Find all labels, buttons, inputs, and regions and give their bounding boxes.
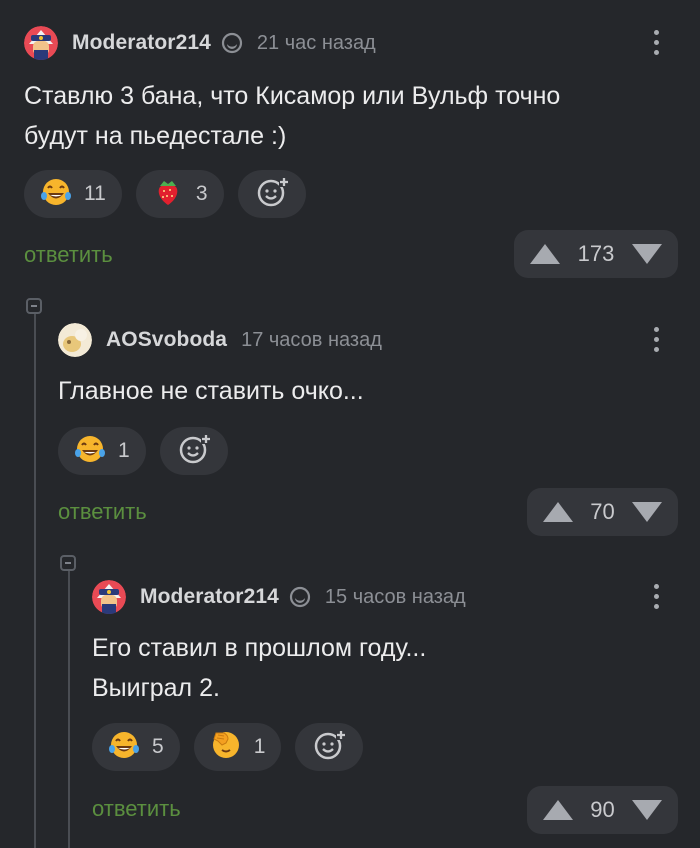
strawberry-emoji-icon: [152, 176, 184, 213]
comment: Moderator214 15 часов назад Его ставил в…: [92, 580, 678, 834]
reaction-count: 1: [253, 735, 266, 758]
author-name[interactable]: Moderator214: [140, 585, 279, 609]
upvote-arrow-icon[interactable]: [543, 800, 573, 820]
reactions-bar: 5 1: [92, 723, 364, 771]
more-options-icon[interactable]: [644, 576, 668, 616]
vote-control: 173: [514, 230, 678, 278]
thread-line-2: [68, 571, 70, 848]
comment-text: Его ставил в прошлом году... Выиграл 2.: [92, 628, 426, 708]
comment-text-line: Выиграл 2.: [92, 674, 220, 702]
comment-text-line: Главное не ставить очко...: [58, 377, 364, 405]
comments-page: Moderator214 21 час назад Ставлю 3 бана,…: [0, 0, 700, 848]
avatar[interactable]: [92, 580, 126, 614]
add-reaction-button[interactable]: [159, 427, 228, 475]
score: 173: [577, 241, 615, 266]
comment-text-line: будут на пьедестале :): [24, 122, 287, 150]
comment: Moderator214 21 час назад Ставлю 3 бана,…: [24, 26, 678, 286]
facepalm-emoji-icon: [210, 729, 242, 766]
downvote-arrow-icon[interactable]: [631, 502, 662, 522]
comment-text-line: Ставлю 3 бана, что Кисамор или Вульф точ…: [24, 82, 561, 110]
comment-time[interactable]: 15 часов назад: [325, 586, 466, 609]
downvote-arrow-icon[interactable]: [632, 244, 662, 264]
comment-header: AOSvoboda 17 часов назад: [58, 323, 382, 357]
laughing-tears-emoji-icon: [74, 433, 106, 470]
reply-link[interactable]: ответить: [24, 242, 113, 268]
comment-time[interactable]: 17 часов назад: [241, 329, 382, 352]
reply-link[interactable]: ответить: [58, 499, 147, 525]
add-emoji-icon: [312, 728, 347, 767]
upvote-arrow-icon[interactable]: [543, 502, 573, 522]
comment-text: Ставлю 3 бана, что Кисамор или Вульф точ…: [24, 76, 560, 156]
reactions-bar: 1: [58, 427, 228, 475]
laughing-tears-emoji-icon: [108, 729, 140, 766]
reaction-count: 11: [84, 182, 106, 205]
laughing-tears-emoji-icon: [40, 176, 72, 213]
more-options-icon[interactable]: [644, 22, 668, 62]
author-name[interactable]: AOSvoboda: [106, 328, 227, 352]
reaction-laughing[interactable]: 11: [24, 170, 122, 218]
reply-link[interactable]: ответить: [92, 796, 181, 822]
reaction-strawberry[interactable]: 3: [135, 170, 224, 218]
vote-control: 70: [527, 488, 678, 536]
score: 70: [590, 499, 615, 524]
score: 90: [590, 797, 615, 822]
avatar[interactable]: [24, 26, 58, 60]
reaction-count: 5: [152, 735, 164, 758]
vote-control: 90: [527, 786, 678, 834]
comment-header: Moderator214 21 час назад: [24, 26, 376, 60]
reaction-laughing[interactable]: 5: [92, 723, 180, 771]
comment-time[interactable]: 21 час назад: [257, 32, 376, 55]
comment-header: Moderator214 15 часов назад: [92, 580, 466, 614]
more-options-icon[interactable]: [644, 319, 668, 359]
avatar[interactable]: [58, 323, 92, 357]
add-reaction-button[interactable]: [237, 170, 306, 218]
moon-badge-icon: [289, 586, 311, 608]
reaction-facepalm[interactable]: 1: [193, 723, 282, 771]
collapse-thread-button[interactable]: [26, 298, 42, 314]
comment: AOSvoboda 17 часов назад Главное не став…: [58, 323, 678, 543]
moon-badge-icon: [221, 32, 243, 54]
upvote-arrow-icon[interactable]: [530, 244, 560, 264]
collapse-thread-button[interactable]: [60, 555, 76, 571]
add-emoji-icon: [255, 175, 289, 214]
add-reaction-button[interactable]: [295, 723, 364, 771]
comment-text: Главное не ставить очко...: [58, 371, 364, 411]
add-emoji-icon: [177, 432, 211, 471]
reaction-laughing[interactable]: 1: [58, 427, 146, 475]
reaction-count: 1: [118, 439, 130, 462]
reactions-bar: 11 3: [24, 170, 306, 218]
comment-text-line: Его ставил в прошлом году...: [92, 634, 427, 662]
reaction-count: 3: [195, 182, 208, 205]
downvote-arrow-icon[interactable]: [631, 800, 662, 820]
thread-line-1: [34, 314, 36, 848]
author-name[interactable]: Moderator214: [72, 31, 211, 55]
